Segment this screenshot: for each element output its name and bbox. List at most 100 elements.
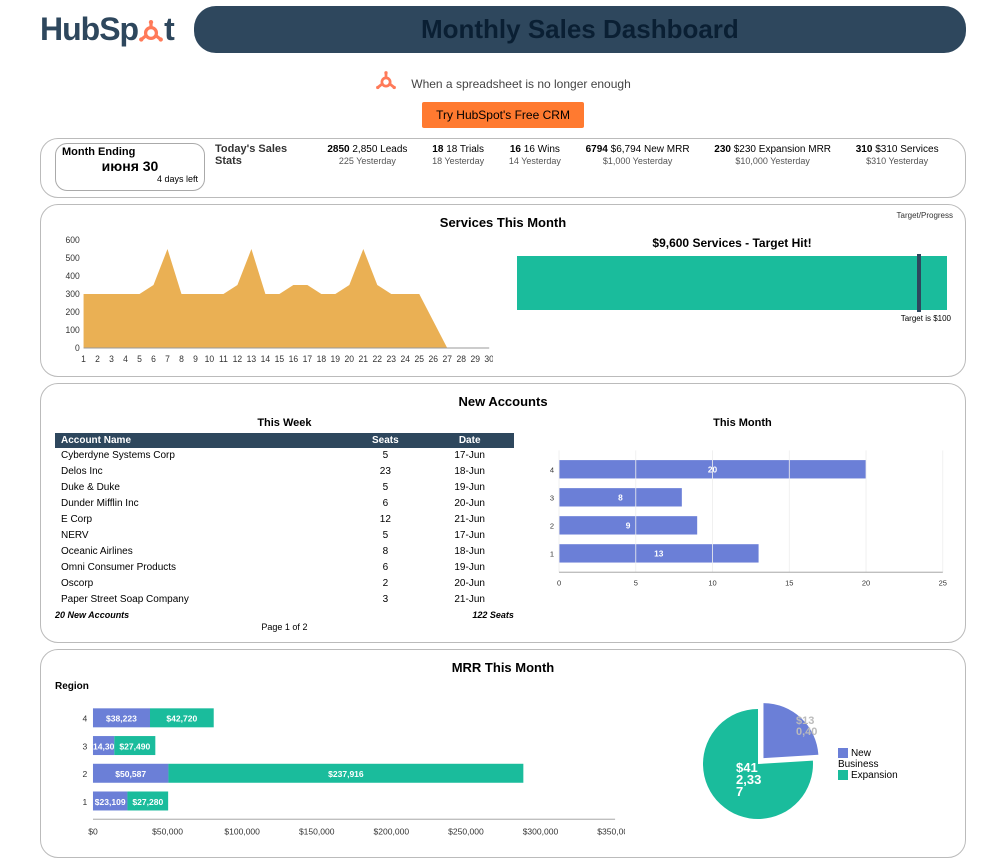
svg-text:18: 18: [317, 354, 327, 364]
svg-text:17: 17: [303, 354, 313, 364]
svg-text:10: 10: [205, 354, 215, 364]
svg-text:300: 300: [65, 289, 79, 299]
svg-text:23: 23: [387, 354, 397, 364]
svg-text:22: 22: [373, 354, 383, 364]
sprocket-icon: [138, 11, 164, 48]
stat-cell: 230 $230 Expansion MRR$10,000 Yesterday: [714, 143, 831, 168]
svg-text:14: 14: [261, 354, 271, 364]
table-row: Oscorp220-Jun: [55, 576, 514, 592]
svg-text:15: 15: [785, 579, 793, 588]
svg-text:3: 3: [109, 354, 114, 364]
region-label: Region: [55, 681, 625, 692]
stat-cell: 6794 $6,794 New MRR$1,000 Yesterday: [586, 143, 690, 168]
svg-text:2: 2: [83, 769, 88, 779]
page-title: Monthly Sales Dashboard: [421, 14, 739, 44]
svg-text:500: 500: [65, 253, 79, 263]
svg-text:$300,000: $300,000: [523, 827, 559, 837]
svg-text:19: 19: [331, 354, 341, 364]
accounts-page: Page 1 of 2: [55, 622, 514, 632]
promo-text: When a spreadsheet is no longer enough: [411, 77, 631, 91]
svg-text:200: 200: [65, 307, 79, 317]
svg-text:$27,490: $27,490: [119, 742, 150, 752]
sprocket-icon-small: [375, 71, 397, 96]
month-ending-label: Month Ending: [62, 146, 198, 158]
todays-sales-title: Today's Sales Stats: [215, 143, 315, 167]
table-row: Duke & Duke519-Jun: [55, 480, 514, 496]
services-title: Services This Month: [55, 213, 951, 236]
month-ending-value: июня 30: [62, 158, 198, 174]
svg-text:$250,000: $250,000: [448, 827, 484, 837]
svg-text:$150,000: $150,000: [299, 827, 335, 837]
svg-text:4: 4: [550, 466, 554, 475]
svg-text:7: 7: [165, 354, 170, 364]
table-row: Dunder Mifflin Inc620-Jun: [55, 496, 514, 512]
accounts-panel: New Accounts This Week Account NameSeats…: [40, 383, 966, 643]
mrr-panel: MRR This Month Region 4$38,223$42,7203$1…: [40, 649, 966, 858]
svg-text:26: 26: [428, 354, 438, 364]
stats-panel: Month Ending июня 30 4 days left Today's…: [40, 138, 966, 198]
svg-text:$50,587: $50,587: [115, 769, 146, 779]
table-row: Paper Street Soap Company321-Jun: [55, 592, 514, 608]
mrr-pie-block: $412,337$130,40 NewBusiness Expansion: [635, 681, 951, 847]
svg-text:24: 24: [401, 354, 411, 364]
svg-text:5: 5: [137, 354, 142, 364]
svg-text:9: 9: [193, 354, 198, 364]
services-target-note: Target/Progress: [897, 211, 953, 220]
svg-text:13: 13: [654, 549, 664, 559]
try-crm-button[interactable]: Try HubSpot's Free CRM: [422, 102, 584, 128]
svg-text:$350,000: $350,000: [597, 827, 624, 837]
accounts-table: Account NameSeatsDate Cyberdyne Systems …: [55, 433, 514, 608]
svg-text:20: 20: [345, 354, 355, 364]
svg-text:2: 2: [550, 522, 554, 531]
svg-text:2: 2: [95, 354, 100, 364]
services-progress-bar: [517, 256, 947, 310]
mrr-stacked-bar-chart: 4$38,223$42,7203$14,305$27,4902$50,587$2…: [55, 692, 625, 842]
month-ending-sub: 4 days left: [62, 174, 198, 184]
svg-text:0: 0: [557, 579, 561, 588]
stat-cell: 16 16 Wins14 Yesterday: [509, 143, 561, 168]
svg-text:$200,000: $200,000: [374, 827, 410, 837]
svg-text:27: 27: [442, 354, 452, 364]
accounts-bar-chart: 42038291130510152025: [534, 433, 951, 603]
accounts-foot-right: 122 Seats: [472, 610, 514, 620]
svg-text:15: 15: [275, 354, 285, 364]
svg-text:28: 28: [456, 354, 466, 364]
svg-text:1: 1: [550, 550, 554, 559]
table-row: Omni Consumer Products619-Jun: [55, 560, 514, 576]
stat-cell: 18 18 Trials18 Yesterday: [432, 143, 484, 168]
this-week-label: This Week: [55, 417, 514, 429]
svg-text:400: 400: [65, 271, 79, 281]
table-row: NERV517-Jun: [55, 528, 514, 544]
svg-text:11: 11: [219, 354, 228, 364]
svg-text:0: 0: [75, 343, 80, 353]
legend-expansion: Expansion: [851, 770, 898, 781]
svg-text:8: 8: [179, 354, 184, 364]
svg-text:8: 8: [618, 493, 623, 503]
svg-text:$237,916: $237,916: [328, 769, 364, 779]
month-ending-box: Month Ending июня 30 4 days left: [55, 143, 205, 191]
svg-text:29: 29: [470, 354, 480, 364]
table-row: Oceanic Airlines818-Jun: [55, 544, 514, 560]
svg-text:6: 6: [151, 354, 156, 364]
svg-text:30: 30: [484, 354, 493, 364]
title-bar: Monthly Sales Dashboard: [194, 6, 966, 53]
services-target-foot: Target is $100: [513, 314, 951, 323]
svg-text:4: 4: [123, 354, 128, 364]
svg-text:$38,223: $38,223: [106, 714, 137, 724]
svg-text:12: 12: [233, 354, 243, 364]
svg-text:$50,000: $50,000: [152, 827, 183, 837]
svg-text:1: 1: [83, 797, 88, 807]
svg-text:3: 3: [83, 742, 88, 752]
table-row: E Corp1221-Jun: [55, 512, 514, 528]
svg-text:$23,109: $23,109: [95, 797, 126, 807]
table-row: Delos Inc2318-Jun: [55, 464, 514, 480]
mrr-legend: NewBusiness Expansion: [838, 748, 898, 781]
stat-cell: 2850 2,850 Leads225 Yesterday: [327, 143, 407, 168]
svg-text:5: 5: [634, 579, 638, 588]
svg-text:$42,720: $42,720: [166, 714, 197, 724]
svg-text:25: 25: [938, 579, 946, 588]
svg-text:10: 10: [708, 579, 716, 588]
accounts-foot-left: 20 New Accounts: [55, 610, 472, 620]
svg-text:16: 16: [289, 354, 299, 364]
logo-pre: HubSp: [40, 11, 138, 47]
